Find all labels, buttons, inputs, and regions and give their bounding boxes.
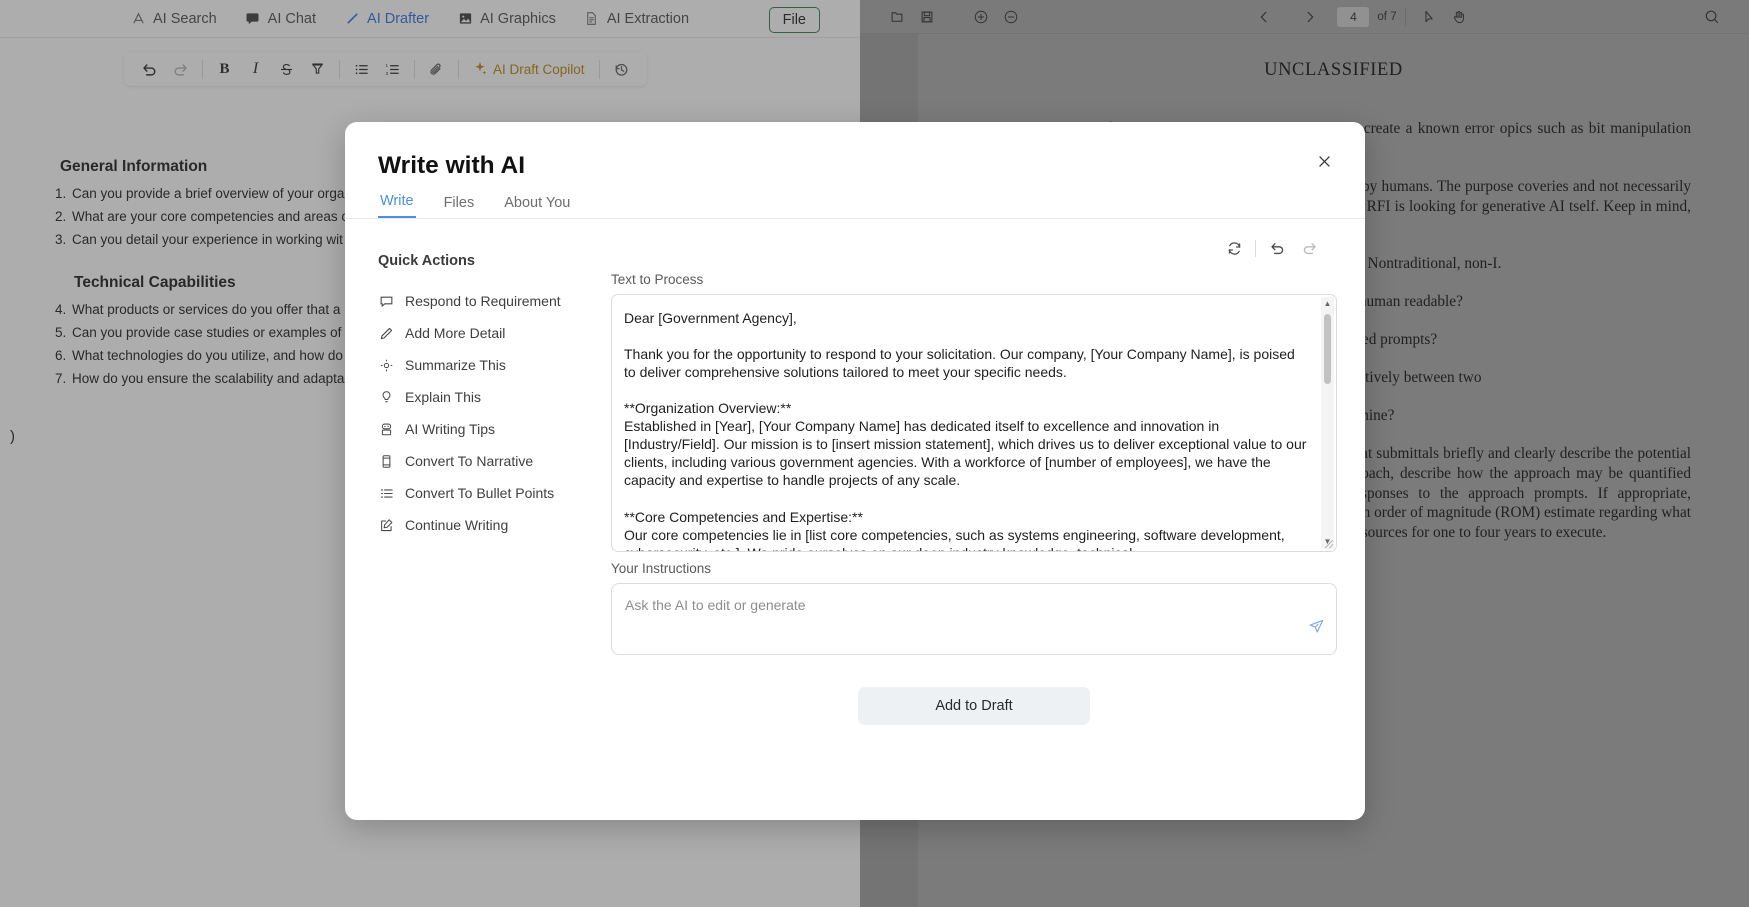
quick-action-label: Continue Writing bbox=[405, 517, 508, 533]
lightbulb-icon bbox=[378, 389, 394, 405]
write-panel: Text to Process Dear [Government Agency]… bbox=[611, 233, 1337, 725]
add-to-draft-row: Add to Draft bbox=[611, 687, 1337, 725]
robot-icon bbox=[378, 421, 394, 437]
tab-about-you[interactable]: About You bbox=[502, 192, 572, 218]
quick-action-explain-this[interactable]: Explain This bbox=[378, 381, 593, 413]
text-to-process-box[interactable]: Dear [Government Agency], Thank you for … bbox=[611, 294, 1337, 552]
quick-action-label: Explain This bbox=[405, 389, 481, 405]
quick-action-label: Convert To Bullet Points bbox=[405, 485, 554, 501]
panel-action-bar bbox=[611, 233, 1337, 263]
app-root: AI Search AI Chat AI Drafter bbox=[0, 0, 1749, 907]
modal-title: Write with AI bbox=[378, 152, 525, 180]
send-icon[interactable] bbox=[1306, 616, 1326, 636]
scrollbar-thumb[interactable] bbox=[1324, 314, 1331, 384]
write-with-ai-modal: Write with AI Write Files About You Quic… bbox=[345, 122, 1365, 820]
your-instructions-label: Your Instructions bbox=[611, 561, 1337, 576]
pencil-icon bbox=[378, 325, 394, 341]
book-icon bbox=[378, 453, 394, 469]
quick-action-add-more-detail[interactable]: Add More Detail bbox=[378, 317, 593, 349]
scroll-up-icon[interactable]: ▲ bbox=[1324, 297, 1332, 311]
textarea-scrollbar[interactable]: ▲ ▼ bbox=[1321, 297, 1334, 549]
quick-actions-panel: Quick Actions Respond to Requirement Add… bbox=[378, 253, 593, 541]
quick-action-label: Respond to Requirement bbox=[405, 293, 561, 309]
redo-icon[interactable] bbox=[1293, 234, 1325, 262]
text-to-process-label: Text to Process bbox=[611, 272, 1337, 287]
instructions-input[interactable] bbox=[612, 584, 1336, 654]
quick-action-label: Convert To Narrative bbox=[405, 453, 533, 469]
quick-actions-title: Quick Actions bbox=[378, 253, 593, 269]
quick-action-convert-to-bullet-points[interactable]: Convert To Bullet Points bbox=[378, 477, 593, 509]
quick-action-label: Add More Detail bbox=[405, 325, 505, 341]
tab-files[interactable]: Files bbox=[442, 192, 477, 218]
add-to-draft-button[interactable]: Add to Draft bbox=[858, 687, 1090, 725]
quick-action-convert-to-narrative[interactable]: Convert To Narrative bbox=[378, 445, 593, 477]
close-icon[interactable] bbox=[1309, 146, 1339, 176]
speech-bubble-icon bbox=[378, 293, 394, 309]
refresh-icon[interactable] bbox=[1218, 234, 1250, 262]
undo-icon[interactable] bbox=[1261, 234, 1293, 262]
list-icon bbox=[378, 485, 394, 501]
compress-icon bbox=[378, 357, 394, 373]
instructions-box bbox=[611, 583, 1337, 655]
edit-square-icon bbox=[378, 517, 394, 533]
modal-body: Quick Actions Respond to Requirement Add… bbox=[345, 219, 1365, 820]
text-to-process-content[interactable]: Dear [Government Agency], Thank you for … bbox=[612, 295, 1336, 551]
quick-action-label: AI Writing Tips bbox=[405, 421, 495, 437]
quick-action-ai-writing-tips[interactable]: AI Writing Tips bbox=[378, 413, 593, 445]
panel-divider bbox=[1255, 240, 1256, 257]
quick-action-respond-to-requirement[interactable]: Respond to Requirement bbox=[378, 285, 593, 317]
quick-action-continue-writing[interactable]: Continue Writing bbox=[378, 509, 593, 541]
modal-tabs: Write Files About You bbox=[378, 190, 572, 218]
textarea-resize-handle[interactable] bbox=[1323, 538, 1335, 550]
tab-write[interactable]: Write bbox=[378, 190, 416, 218]
quick-action-label: Summarize This bbox=[405, 357, 506, 373]
quick-action-summarize-this[interactable]: Summarize This bbox=[378, 349, 593, 381]
